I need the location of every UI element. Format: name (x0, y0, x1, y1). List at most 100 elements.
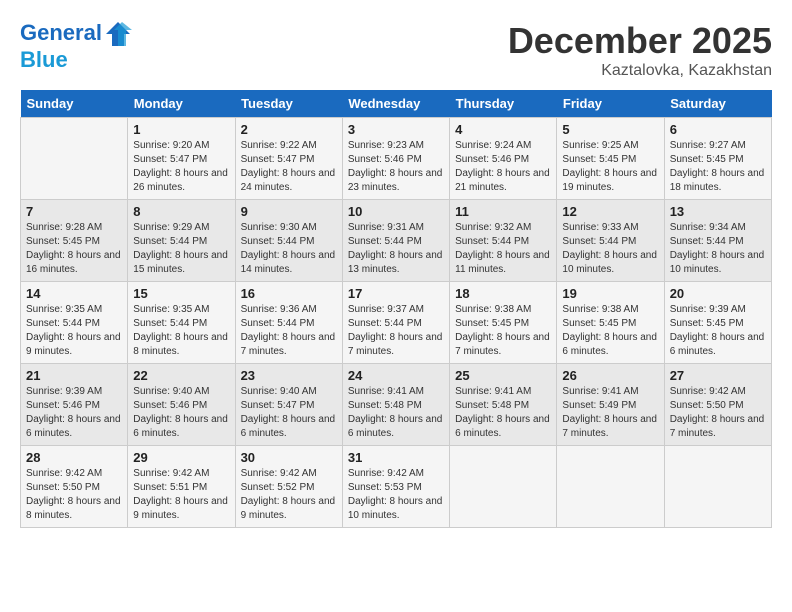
calendar-cell: 16 Sunrise: 9:36 AMSunset: 5:44 PMDayligh… (235, 282, 342, 364)
title-block: December 2025 Kaztalovka, Kazakhstan (508, 20, 772, 80)
logo: General Blue (20, 20, 132, 72)
weekday-header: Wednesday (342, 90, 449, 118)
day-info: Sunrise: 9:33 AMSunset: 5:44 PMDaylight:… (562, 221, 658, 277)
calendar-cell: 6Sunrise: 9:27 AMSunset: 5:45 PMDaylight… (664, 118, 771, 200)
day-number: 28 (26, 450, 122, 465)
day-number: 24 (348, 368, 444, 383)
day-number: 2 (241, 122, 337, 137)
calendar-cell: 4Sunrise: 9:24 AMSunset: 5:46 PMDaylight… (450, 118, 557, 200)
day-info: Sunrise: 9:39 AMSunset: 5:46 PMDaylight:… (26, 385, 122, 441)
day-number: 25 (455, 368, 551, 383)
calendar-cell: 25 Sunrise: 9:41 AMSunset: 5:48 PMDayligh… (450, 364, 557, 446)
day-number: 21 (26, 368, 122, 383)
weekday-header-row: SundayMondayTuesdayWednesdayThursdayFrid… (21, 90, 772, 118)
day-number: 19 (562, 286, 658, 301)
calendar-cell: 27 Sunrise: 9:42 AMSunset: 5:50 PMDayligh… (664, 364, 771, 446)
calendar-cell: 29 Sunrise: 9:42 AMSunset: 5:51 PMDayligh… (128, 446, 235, 528)
calendar-cell: 20Sunrise: 9:39 AMSunset: 5:45 PMDayligh… (664, 282, 771, 364)
day-number: 4 (455, 122, 551, 137)
logo-text: General Blue (20, 20, 132, 72)
calendar-cell: 31 Sunrise: 9:42 AMSunset: 5:53 PMDayligh… (342, 446, 449, 528)
calendar-cell: 26 Sunrise: 9:41 AMSunset: 5:49 PMDayligh… (557, 364, 664, 446)
weekday-header: Thursday (450, 90, 557, 118)
day-info: Sunrise: 9:41 AMSunset: 5:48 PMDaylight:… (455, 385, 551, 441)
month-title: December 2025 (508, 20, 772, 62)
day-info: Sunrise: 9:41 AMSunset: 5:48 PMDaylight:… (348, 385, 444, 441)
calendar-cell: 18 Sunrise: 9:38 AMSunset: 5:45 PMDayligh… (450, 282, 557, 364)
calendar-week-row: 21 Sunrise: 9:39 AMSunset: 5:46 PMDayligh… (21, 364, 772, 446)
calendar-cell (21, 118, 128, 200)
day-number: 11 (455, 204, 551, 219)
day-number: 31 (348, 450, 444, 465)
calendar-week-row: 1Sunrise: 9:20 AMSunset: 5:47 PMDaylight… (21, 118, 772, 200)
day-number: 23 (241, 368, 337, 383)
day-number: 14 (26, 286, 122, 301)
calendar-cell (557, 446, 664, 528)
day-number: 5 (562, 122, 658, 137)
day-info: Sunrise: 9:42 AMSunset: 5:52 PMDaylight:… (241, 467, 337, 523)
day-info: Sunrise: 9:25 AMSunset: 5:45 PMDaylight:… (562, 139, 658, 195)
calendar-cell: 10Sunrise: 9:31 AMSunset: 5:44 PMDayligh… (342, 200, 449, 282)
calendar-cell: 3Sunrise: 9:23 AMSunset: 5:46 PMDaylight… (342, 118, 449, 200)
day-info: Sunrise: 9:30 AMSunset: 5:44 PMDaylight:… (241, 221, 337, 277)
calendar-cell: 5 Sunrise: 9:25 AMSunset: 5:45 PMDaylight… (557, 118, 664, 200)
calendar-cell: 14 Sunrise: 9:35 AMSunset: 5:44 PMDayligh… (21, 282, 128, 364)
day-info: Sunrise: 9:38 AMSunset: 5:45 PMDaylight:… (562, 303, 658, 359)
weekday-header: Monday (128, 90, 235, 118)
calendar-cell (664, 446, 771, 528)
calendar-cell: 21 Sunrise: 9:39 AMSunset: 5:46 PMDayligh… (21, 364, 128, 446)
day-info: Sunrise: 9:42 AMSunset: 5:51 PMDaylight:… (133, 467, 229, 523)
calendar-cell: 28Sunrise: 9:42 AMSunset: 5:50 PMDayligh… (21, 446, 128, 528)
calendar-cell: 24 Sunrise: 9:41 AMSunset: 5:48 PMDayligh… (342, 364, 449, 446)
calendar-cell: 1Sunrise: 9:20 AMSunset: 5:47 PMDaylight… (128, 118, 235, 200)
day-info: Sunrise: 9:37 AMSunset: 5:44 PMDaylight:… (348, 303, 444, 359)
calendar-cell: 11 Sunrise: 9:32 AMSunset: 5:44 PMDayligh… (450, 200, 557, 282)
day-number: 18 (455, 286, 551, 301)
day-info: Sunrise: 9:28 AMSunset: 5:45 PMDaylight:… (26, 221, 122, 277)
calendar-week-row: 7 Sunrise: 9:28 AMSunset: 5:45 PMDaylight… (21, 200, 772, 282)
day-number: 26 (562, 368, 658, 383)
calendar-cell: 7 Sunrise: 9:28 AMSunset: 5:45 PMDaylight… (21, 200, 128, 282)
calendar-cell: 30 Sunrise: 9:42 AMSunset: 5:52 PMDayligh… (235, 446, 342, 528)
day-info: Sunrise: 9:42 AMSunset: 5:50 PMDaylight:… (670, 385, 766, 441)
day-number: 22 (133, 368, 229, 383)
day-number: 3 (348, 122, 444, 137)
calendar-cell: 17 Sunrise: 9:37 AMSunset: 5:44 PMDayligh… (342, 282, 449, 364)
day-info: Sunrise: 9:40 AMSunset: 5:46 PMDaylight:… (133, 385, 229, 441)
day-number: 17 (348, 286, 444, 301)
day-info: Sunrise: 9:39 AMSunset: 5:45 PMDaylight:… (670, 303, 766, 359)
day-number: 27 (670, 368, 766, 383)
day-info: Sunrise: 9:42 AMSunset: 5:53 PMDaylight:… (348, 467, 444, 523)
day-number: 30 (241, 450, 337, 465)
day-number: 13 (670, 204, 766, 219)
calendar-cell: 2Sunrise: 9:22 AMSunset: 5:47 PMDaylight… (235, 118, 342, 200)
calendar-cell: 13 Sunrise: 9:34 AMSunset: 5:44 PMDayligh… (664, 200, 771, 282)
day-info: Sunrise: 9:27 AMSunset: 5:45 PMDaylight:… (670, 139, 766, 195)
day-number: 29 (133, 450, 229, 465)
day-info: Sunrise: 9:35 AMSunset: 5:44 PMDaylight:… (133, 303, 229, 359)
day-info: Sunrise: 9:29 AMSunset: 5:44 PMDaylight:… (133, 221, 229, 277)
day-info: Sunrise: 9:41 AMSunset: 5:49 PMDaylight:… (562, 385, 658, 441)
calendar-table: SundayMondayTuesdayWednesdayThursdayFrid… (20, 90, 772, 528)
day-number: 7 (26, 204, 122, 219)
page-header: General Blue December 2025 Kaztalovka, K… (20, 20, 772, 80)
day-info: Sunrise: 9:31 AMSunset: 5:44 PMDaylight:… (348, 221, 444, 277)
calendar-cell: 12Sunrise: 9:33 AMSunset: 5:44 PMDayligh… (557, 200, 664, 282)
day-info: Sunrise: 9:40 AMSunset: 5:47 PMDaylight:… (241, 385, 337, 441)
calendar-cell: 23 Sunrise: 9:40 AMSunset: 5:47 PMDayligh… (235, 364, 342, 446)
logo-icon (104, 20, 132, 48)
day-info: Sunrise: 9:32 AMSunset: 5:44 PMDaylight:… (455, 221, 551, 277)
calendar-cell: 22 Sunrise: 9:40 AMSunset: 5:46 PMDayligh… (128, 364, 235, 446)
calendar-week-row: 28Sunrise: 9:42 AMSunset: 5:50 PMDayligh… (21, 446, 772, 528)
day-number: 16 (241, 286, 337, 301)
day-info: Sunrise: 9:34 AMSunset: 5:44 PMDaylight:… (670, 221, 766, 277)
day-info: Sunrise: 9:38 AMSunset: 5:45 PMDaylight:… (455, 303, 551, 359)
calendar-cell: 9 Sunrise: 9:30 AMSunset: 5:44 PMDaylight… (235, 200, 342, 282)
day-number: 15 (133, 286, 229, 301)
calendar-cell: 15 Sunrise: 9:35 AMSunset: 5:44 PMDayligh… (128, 282, 235, 364)
day-number: 9 (241, 204, 337, 219)
day-info: Sunrise: 9:36 AMSunset: 5:44 PMDaylight:… (241, 303, 337, 359)
day-number: 8 (133, 204, 229, 219)
weekday-header: Saturday (664, 90, 771, 118)
day-info: Sunrise: 9:35 AMSunset: 5:44 PMDaylight:… (26, 303, 122, 359)
